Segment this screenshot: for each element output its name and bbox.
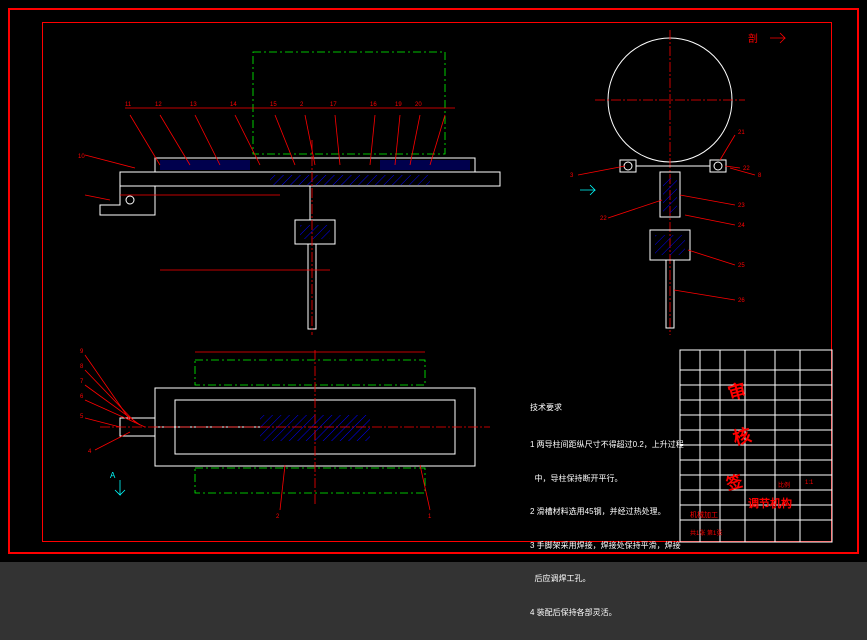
svg-text:5: 5 <box>80 414 84 420</box>
svg-text:19: 19 <box>395 102 402 108</box>
side-view: 21 22 8 23 24 25 26 3 22 <box>570 30 762 335</box>
tech-requirements: 技术要求 1 两导柱间距纵尺寸不得超过0.2，上升过程 中，导柱保持断开平行。 … <box>530 380 684 640</box>
svg-text:核: 核 <box>731 424 754 449</box>
svg-text:24: 24 <box>738 223 745 229</box>
svg-text:12: 12 <box>155 102 162 108</box>
svg-text:16: 16 <box>370 102 377 108</box>
tech-note-1: 1 两导柱间距纵尺寸不得超过0.2，上升过程 <box>530 439 684 450</box>
svg-text:22: 22 <box>600 216 607 222</box>
svg-text:2: 2 <box>276 514 280 520</box>
svg-text:8: 8 <box>758 173 762 179</box>
svg-text:2: 2 <box>300 102 304 108</box>
tech-note-1b: 中，导柱保持断开平行。 <box>530 473 684 484</box>
svg-text:9: 9 <box>80 349 84 355</box>
svg-text:审: 审 <box>726 379 749 404</box>
tech-title: 技术要求 <box>530 402 684 413</box>
svg-text:14: 14 <box>230 102 237 108</box>
svg-text:23: 23 <box>738 203 745 209</box>
svg-text:4: 4 <box>88 449 92 455</box>
svg-text:剖: 剖 <box>748 32 758 45</box>
svg-text:3: 3 <box>570 173 574 179</box>
tech-note-3b: 后应调焊工孔。 <box>530 573 684 584</box>
top-view: 9 8 7 6 5 4 2 1 A <box>80 349 490 520</box>
title-block-stamps: 审 核 签 <box>680 350 840 550</box>
svg-text:21: 21 <box>738 130 745 136</box>
front-view: 11 12 13 14 15 2 17 16 19 20 10 <box>78 52 500 335</box>
svg-text:22: 22 <box>743 166 750 172</box>
svg-text:10: 10 <box>78 154 85 160</box>
svg-text:6: 6 <box>80 394 84 400</box>
tech-note-3: 3 手脚架采用焊接，焊接处保持平滑，焊接 <box>530 540 684 551</box>
svg-text:11: 11 <box>125 102 132 108</box>
svg-text:25: 25 <box>738 263 745 269</box>
svg-text:A: A <box>110 471 116 480</box>
cad-canvas[interactable]: 11 12 13 14 15 2 17 16 19 20 10 <box>0 0 867 562</box>
svg-text:8: 8 <box>80 364 84 370</box>
svg-text:26: 26 <box>738 298 745 304</box>
svg-text:17: 17 <box>330 102 337 108</box>
svg-text:20: 20 <box>415 102 422 108</box>
tech-note-2: 2 滑槽材料选用45钢，并经过热处理。 <box>530 506 684 517</box>
svg-text:签: 签 <box>723 471 745 494</box>
svg-text:13: 13 <box>190 102 197 108</box>
tech-note-4: 4 装配后保持各部灵活。 <box>530 607 684 618</box>
svg-text:1: 1 <box>428 514 432 520</box>
svg-text:15: 15 <box>270 102 277 108</box>
svg-text:7: 7 <box>80 379 84 385</box>
section-marker: 剖 <box>748 32 785 45</box>
